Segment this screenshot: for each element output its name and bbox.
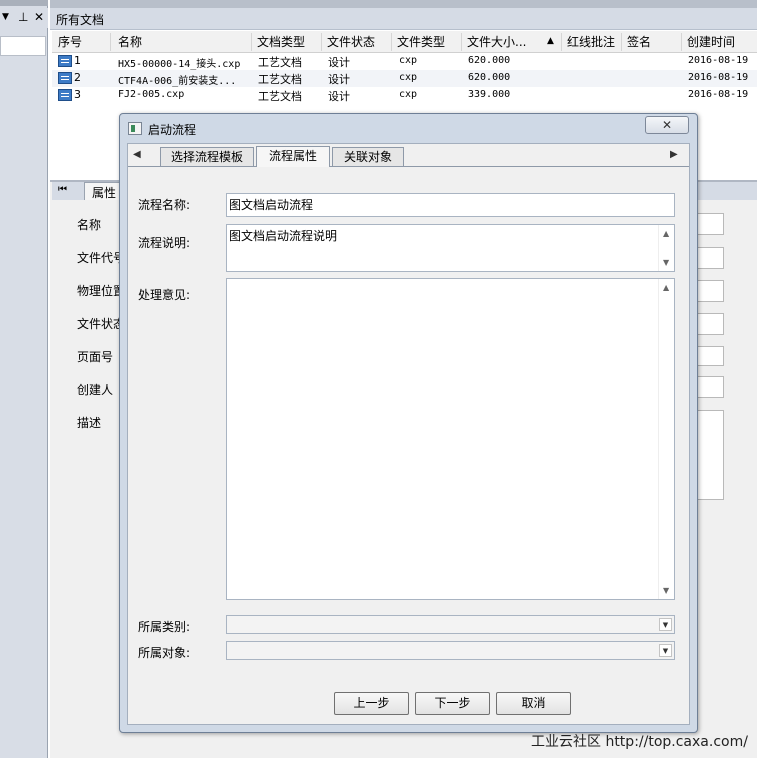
row-index: 1 [74,54,81,67]
column-separator [461,33,462,51]
column-separator [321,33,322,51]
category-select[interactable]: ▼ [226,615,675,634]
row-status: 设计 [328,73,350,86]
next-button[interactable]: 下一步 [415,692,490,715]
row-doc-type: 工艺文档 [258,90,302,103]
column-header-index[interactable]: 序号 [58,33,82,51]
column-header-file-size[interactable]: 文件大小... [467,33,526,51]
row-name: FJ2-005.cxp [118,89,185,100]
row-index: 2 [74,71,81,84]
table-row[interactable]: 2 CTF4A-006_前安装支... 工艺文档 设计 cxp 620.000 … [52,70,757,87]
prop-label-status: 文件状态 [77,317,126,331]
top-strip [50,0,757,8]
document-panel-title: 所有文档 [56,13,105,27]
workflow-name-label: 流程名称: [138,198,191,212]
chevron-down-icon[interactable]: ▼ [659,644,672,657]
cancel-button[interactable]: 取消 [496,692,571,715]
row-created: 2016-08-19 [688,72,749,83]
row-name: HX5-00000-14_接头.cxp [118,59,241,70]
row-status: 设计 [328,56,350,69]
opinion-label: 处理意见: [138,288,191,302]
scroll-down-icon[interactable]: ▼ [663,258,669,267]
tab-properties-label: 属性 [92,186,117,200]
row-file-type: cxp [399,89,418,100]
row-status: 设计 [328,90,350,103]
column-header-redline[interactable]: 红线批注 [567,33,615,51]
workflow-name-input[interactable]: 图文档启动流程 [226,193,675,217]
scroll-up-icon[interactable]: ▲ [663,283,669,292]
app-icon [128,122,142,135]
column-separator [681,33,682,51]
column-header-created[interactable]: 创建时间 [687,33,735,51]
tab-properties[interactable]: 属性 [84,182,124,200]
row-file-type: cxp [399,72,418,83]
column-separator [621,33,622,51]
tab-related-objects[interactable]: 关联对象 [332,147,404,166]
column-header-file-type[interactable]: 文件类型 [397,33,445,51]
document-icon [58,55,72,67]
prop-label-description: 描述 [77,416,102,430]
row-created: 2016-08-19 [688,89,749,100]
prop-label-creator: 创建人 [77,383,114,397]
left-dock-panel [0,0,48,758]
opinion-input[interactable]: ▲ ▼ [226,278,675,600]
object-label: 所属对象: [138,646,191,660]
previous-button[interactable]: 上一步 [334,692,409,715]
tab-select-template[interactable]: 选择流程模板 [160,147,254,166]
dialog-title: 启动流程 [148,123,197,137]
prop-label-page-no: 页面号 [77,350,114,364]
table-header: 序号 名称 文档类型 文件状态 文件类型 文件大小... ▲ 红线批注 签名 创… [52,31,757,53]
close-button[interactable]: ✕ [645,116,689,134]
column-header-status[interactable]: 文件状态 [327,33,375,51]
column-header-signature[interactable]: 签名 [627,33,651,51]
watermark: 工业云社区 http://top.caxa.com/ [531,734,748,750]
row-size: 339.000 [468,89,511,100]
table-row[interactable]: 3 FJ2-005.cxp 工艺文档 设计 cxp 339.000 2016-0… [52,87,757,104]
close-icon[interactable]: ✕ [34,10,44,24]
column-header-name[interactable]: 名称 [118,33,142,51]
scroll-down-icon[interactable]: ▼ [663,586,669,595]
row-doc-type: 工艺文档 [258,73,302,86]
category-label: 所属类别: [138,620,191,634]
row-size: 620.000 [468,55,511,66]
prop-label-file-code: 文件代号 [77,251,126,265]
workflow-description-label: 流程说明: [138,236,191,250]
prop-label-location: 物理位置 [77,284,126,298]
row-created: 2016-08-19 [688,55,749,66]
opinion-scrollbar[interactable]: ▲ ▼ [658,279,674,599]
scroll-up-icon[interactable]: ▲ [663,229,669,238]
tab-scroll-left-icon[interactable]: ◀ [133,149,141,160]
column-separator [561,33,562,51]
left-dock-selected-item[interactable] [0,36,46,56]
table-row[interactable]: 1 HX5-00000-14_接头.cxp 工艺文档 设计 cxp 620.00… [52,53,757,70]
prop-label-name: 名称 [77,218,102,232]
row-index: 3 [74,88,81,101]
first-page-icon[interactable]: ⏮ [58,184,67,195]
column-separator [251,33,252,51]
row-file-type: cxp [399,55,418,66]
workflow-description-input[interactable]: 图文档启动流程说明 ▲ ▼ [226,224,675,272]
description-scrollbar[interactable]: ▲ ▼ [658,225,674,271]
sort-ascending-icon: ▲ [547,36,554,46]
left-top-strip [0,0,48,6]
column-separator [391,33,392,51]
document-icon [58,89,72,101]
workflow-description-text: 图文档启动流程说明 [229,229,338,243]
document-icon [58,72,72,84]
column-header-doc-type[interactable]: 文档类型 [257,33,305,51]
object-select[interactable]: ▼ [226,641,675,660]
document-panel-title-bar: 所有文档 [50,8,757,30]
row-size: 620.000 [468,72,511,83]
tab-scroll-right-icon[interactable]: ▶ [670,149,678,160]
pin-icon[interactable]: ⊥ [18,10,28,24]
left-dock-header: ▼ ⊥ ✕ [0,8,48,28]
column-separator [110,33,111,51]
chevron-down-icon[interactable]: ▼ [659,618,672,631]
row-doc-type: 工艺文档 [258,56,302,69]
tab-workflow-properties[interactable]: 流程属性 [256,146,330,167]
row-name: CTF4A-006_前安装支... [118,76,237,87]
dropdown-icon[interactable]: ▼ [2,12,9,22]
